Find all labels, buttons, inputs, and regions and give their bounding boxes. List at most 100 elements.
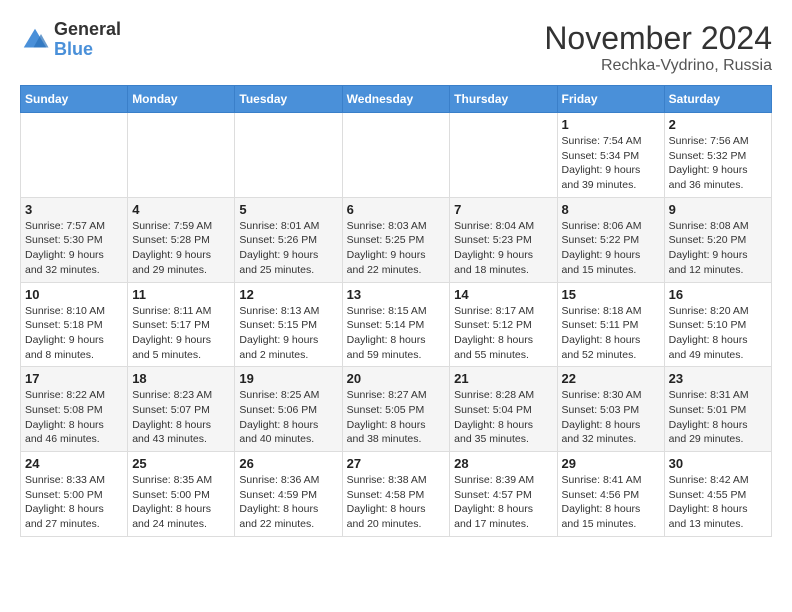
calendar-cell: 1 Sunrise: 7:54 AM Sunset: 5:34 PM Daylig… bbox=[557, 113, 664, 198]
calendar-cell: 19Sunrise: 8:25 AM Sunset: 5:06 PM Dayli… bbox=[235, 367, 342, 452]
day-number: 23 bbox=[669, 371, 767, 386]
day-info: Sunrise: 8:04 AM Sunset: 5:23 PM Dayligh… bbox=[454, 219, 552, 278]
location-title: Rechka-Vydrino, Russia bbox=[544, 57, 772, 75]
calendar-cell: 16Sunrise: 8:20 AM Sunset: 5:10 PM Dayli… bbox=[664, 282, 771, 367]
week-row-4: 17 Sunrise: 8:22 AM Sunset: 5:08 PM Dayli… bbox=[21, 367, 772, 452]
calendar-cell: 3 Sunrise: 7:57 AM Sunset: 5:30 PM Daylig… bbox=[21, 197, 128, 282]
day-number: 1 bbox=[562, 117, 660, 132]
day-number: 2 bbox=[669, 117, 767, 132]
day-number: 12 bbox=[239, 287, 337, 302]
day-number: 27 bbox=[347, 456, 446, 471]
day-number: 11 bbox=[132, 287, 230, 302]
day-number: 3 bbox=[25, 202, 123, 217]
day-number: 6 bbox=[347, 202, 446, 217]
day-number: 8 bbox=[562, 202, 660, 217]
calendar-cell: 27 Sunrise: 8:38 AM Sunset: 4:58 PM Dayli… bbox=[342, 452, 450, 537]
day-info: Sunrise: 8:03 AM Sunset: 5:25 PM Dayligh… bbox=[347, 219, 446, 278]
day-number: 7 bbox=[454, 202, 552, 217]
weekday-header-wednesday: Wednesday bbox=[342, 86, 450, 113]
day-number: 15 bbox=[562, 287, 660, 302]
calendar-cell: 5 Sunrise: 8:01 AM Sunset: 5:26 PM Daylig… bbox=[235, 197, 342, 282]
day-info: Sunrise: 8:11 AM Sunset: 5:17 PM Dayligh… bbox=[132, 304, 230, 363]
weekday-header-saturday: Saturday bbox=[664, 86, 771, 113]
day-number: 28 bbox=[454, 456, 552, 471]
calendar-cell: 21 Sunrise: 8:28 AM Sunset: 5:04 PM Dayli… bbox=[450, 367, 557, 452]
day-info: Sunrise: 7:57 AM Sunset: 5:30 PM Dayligh… bbox=[25, 219, 123, 278]
logo: General Blue bbox=[20, 20, 121, 60]
day-info: Sunrise: 8:33 AM Sunset: 5:00 PM Dayligh… bbox=[25, 473, 123, 532]
day-number: 25 bbox=[132, 456, 230, 471]
day-info: Sunrise: 8:31 AM Sunset: 5:01 PM Dayligh… bbox=[669, 388, 767, 447]
day-number: 4 bbox=[132, 202, 230, 217]
calendar-cell: 15Sunrise: 8:18 AM Sunset: 5:11 PM Dayli… bbox=[557, 282, 664, 367]
day-number: 26 bbox=[239, 456, 337, 471]
calendar-cell: 9 Sunrise: 8:08 AM Sunset: 5:20 PM Daylig… bbox=[664, 197, 771, 282]
calendar-cell: 6 Sunrise: 8:03 AM Sunset: 5:25 PM Daylig… bbox=[342, 197, 450, 282]
day-info: Sunrise: 8:17 AM Sunset: 5:12 PM Dayligh… bbox=[454, 304, 552, 363]
day-info: Sunrise: 8:42 AM Sunset: 4:55 PM Dayligh… bbox=[669, 473, 767, 532]
calendar-cell: 2Sunrise: 7:56 AM Sunset: 5:32 PM Daylig… bbox=[664, 113, 771, 198]
week-row-1: 1 Sunrise: 7:54 AM Sunset: 5:34 PM Daylig… bbox=[21, 113, 772, 198]
calendar-cell: 14 Sunrise: 8:17 AM Sunset: 5:12 PM Dayli… bbox=[450, 282, 557, 367]
calendar-cell bbox=[450, 113, 557, 198]
day-info: Sunrise: 8:39 AM Sunset: 4:57 PM Dayligh… bbox=[454, 473, 552, 532]
day-number: 30 bbox=[669, 456, 767, 471]
calendar-cell: 10 Sunrise: 8:10 AM Sunset: 5:18 PM Dayli… bbox=[21, 282, 128, 367]
day-number: 5 bbox=[239, 202, 337, 217]
day-info: Sunrise: 8:23 AM Sunset: 5:07 PM Dayligh… bbox=[132, 388, 230, 447]
title-block: November 2024 Rechka-Vydrino, Russia bbox=[544, 20, 772, 75]
calendar-cell: 17 Sunrise: 8:22 AM Sunset: 5:08 PM Dayli… bbox=[21, 367, 128, 452]
logo-icon bbox=[20, 25, 50, 55]
calendar-table: SundayMondayTuesdayWednesdayThursdayFrid… bbox=[20, 85, 772, 537]
day-info: Sunrise: 8:08 AM Sunset: 5:20 PM Dayligh… bbox=[669, 219, 767, 278]
weekday-header-row: SundayMondayTuesdayWednesdayThursdayFrid… bbox=[21, 86, 772, 113]
calendar-cell: 18Sunrise: 8:23 AM Sunset: 5:07 PM Dayli… bbox=[128, 367, 235, 452]
day-number: 13 bbox=[347, 287, 446, 302]
day-info: Sunrise: 8:20 AM Sunset: 5:10 PM Dayligh… bbox=[669, 304, 767, 363]
day-info: Sunrise: 8:01 AM Sunset: 5:26 PM Dayligh… bbox=[239, 219, 337, 278]
week-row-5: 24 Sunrise: 8:33 AM Sunset: 5:00 PM Dayli… bbox=[21, 452, 772, 537]
day-info: Sunrise: 7:59 AM Sunset: 5:28 PM Dayligh… bbox=[132, 219, 230, 278]
calendar-cell bbox=[128, 113, 235, 198]
calendar-cell: 7 Sunrise: 8:04 AM Sunset: 5:23 PM Daylig… bbox=[450, 197, 557, 282]
calendar-cell: 29Sunrise: 8:41 AM Sunset: 4:56 PM Dayli… bbox=[557, 452, 664, 537]
day-info: Sunrise: 8:38 AM Sunset: 4:58 PM Dayligh… bbox=[347, 473, 446, 532]
page-header: General Blue November 2024 Rechka-Vydrin… bbox=[20, 20, 772, 75]
calendar-cell: 11 Sunrise: 8:11 AM Sunset: 5:17 PM Dayli… bbox=[128, 282, 235, 367]
calendar-cell: 8Sunrise: 8:06 AM Sunset: 5:22 PM Daylig… bbox=[557, 197, 664, 282]
day-info: Sunrise: 7:54 AM Sunset: 5:34 PM Dayligh… bbox=[562, 134, 660, 193]
weekday-header-tuesday: Tuesday bbox=[235, 86, 342, 113]
weekday-header-friday: Friday bbox=[557, 86, 664, 113]
calendar-cell: 26Sunrise: 8:36 AM Sunset: 4:59 PM Dayli… bbox=[235, 452, 342, 537]
day-number: 20 bbox=[347, 371, 446, 386]
day-number: 29 bbox=[562, 456, 660, 471]
day-number: 19 bbox=[239, 371, 337, 386]
day-info: Sunrise: 8:35 AM Sunset: 5:00 PM Dayligh… bbox=[132, 473, 230, 532]
day-number: 9 bbox=[669, 202, 767, 217]
day-number: 14 bbox=[454, 287, 552, 302]
calendar-cell: 4 Sunrise: 7:59 AM Sunset: 5:28 PM Daylig… bbox=[128, 197, 235, 282]
calendar-cell: 24 Sunrise: 8:33 AM Sunset: 5:00 PM Dayli… bbox=[21, 452, 128, 537]
weekday-header-thursday: Thursday bbox=[450, 86, 557, 113]
day-number: 17 bbox=[25, 371, 123, 386]
day-info: Sunrise: 8:30 AM Sunset: 5:03 PM Dayligh… bbox=[562, 388, 660, 447]
calendar-cell bbox=[342, 113, 450, 198]
day-number: 10 bbox=[25, 287, 123, 302]
day-number: 22 bbox=[562, 371, 660, 386]
day-info: Sunrise: 8:28 AM Sunset: 5:04 PM Dayligh… bbox=[454, 388, 552, 447]
calendar-cell bbox=[21, 113, 128, 198]
weekday-header-monday: Monday bbox=[128, 86, 235, 113]
week-row-2: 3 Sunrise: 7:57 AM Sunset: 5:30 PM Daylig… bbox=[21, 197, 772, 282]
calendar-cell: 30 Sunrise: 8:42 AM Sunset: 4:55 PM Dayli… bbox=[664, 452, 771, 537]
calendar-cell: 20 Sunrise: 8:27 AM Sunset: 5:05 PM Dayli… bbox=[342, 367, 450, 452]
calendar-cell: 28 Sunrise: 8:39 AM Sunset: 4:57 PM Dayli… bbox=[450, 452, 557, 537]
month-title: November 2024 bbox=[544, 20, 772, 57]
calendar-cell: 22 Sunrise: 8:30 AM Sunset: 5:03 PM Dayli… bbox=[557, 367, 664, 452]
day-info: Sunrise: 8:10 AM Sunset: 5:18 PM Dayligh… bbox=[25, 304, 123, 363]
day-number: 24 bbox=[25, 456, 123, 471]
day-info: Sunrise: 8:27 AM Sunset: 5:05 PM Dayligh… bbox=[347, 388, 446, 447]
calendar-cell: 25 Sunrise: 8:35 AM Sunset: 5:00 PM Dayli… bbox=[128, 452, 235, 537]
day-info: Sunrise: 8:22 AM Sunset: 5:08 PM Dayligh… bbox=[25, 388, 123, 447]
calendar-cell: 13Sunrise: 8:15 AM Sunset: 5:14 PM Dayli… bbox=[342, 282, 450, 367]
day-number: 21 bbox=[454, 371, 552, 386]
